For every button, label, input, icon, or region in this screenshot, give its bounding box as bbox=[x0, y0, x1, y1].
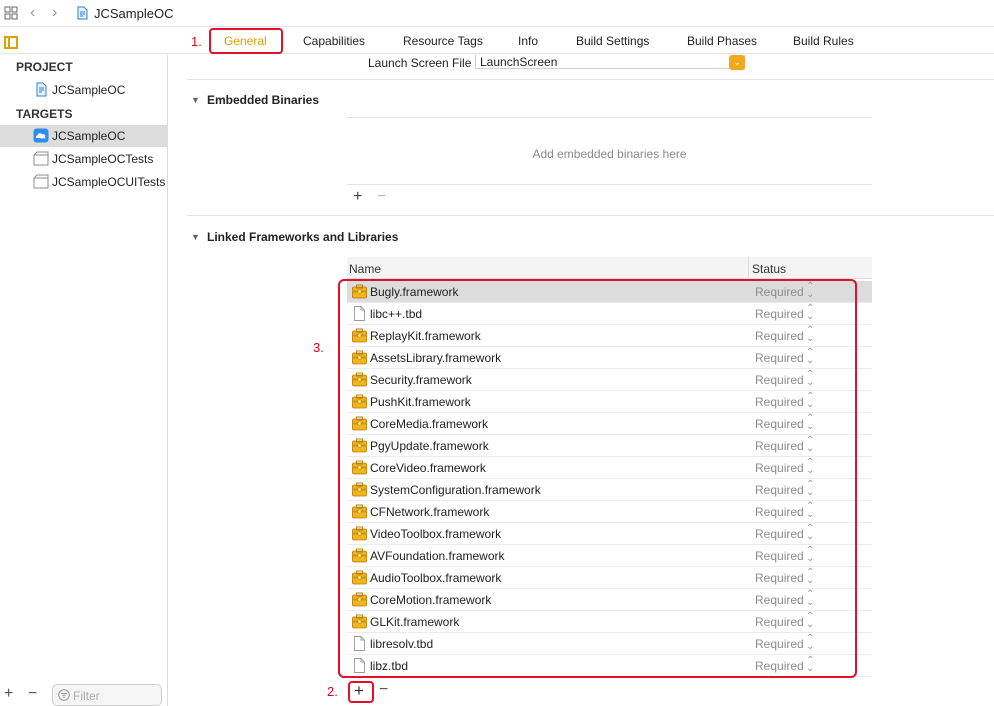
column-header-status[interactable]: Status bbox=[752, 262, 786, 276]
sidebar-item-label: JCSampleOC bbox=[52, 83, 126, 97]
embedded-binaries-list[interactable]: Add embedded binaries here bbox=[347, 117, 872, 185]
sidebar-item-target-tests[interactable]: JCSampleOCTests bbox=[0, 148, 167, 170]
tab-info[interactable]: Info bbox=[518, 34, 538, 48]
tab-build-rules[interactable]: Build Rules bbox=[793, 34, 854, 48]
sidebar-item-label: JCSampleOC bbox=[52, 129, 126, 143]
filter-input[interactable] bbox=[73, 688, 159, 703]
sidebar-filter[interactable] bbox=[52, 684, 162, 706]
launch-screen-combobox[interactable]: LaunchScreen ⌄ bbox=[475, 55, 745, 70]
breadcrumb-project[interactable]: JCSampleOC bbox=[94, 6, 173, 21]
project-file-icon bbox=[36, 82, 47, 97]
tab-capabilities[interactable]: Capabilities bbox=[303, 34, 365, 48]
add-embedded-binary-icon[interactable]: + bbox=[353, 188, 362, 206]
annotation-step-2: 2. bbox=[327, 684, 338, 699]
tab-build-settings[interactable]: Build Settings bbox=[576, 34, 649, 48]
editor-tab-bar: General Capabilities Resource Tags Info … bbox=[0, 28, 994, 54]
related-items-grid-icon[interactable] bbox=[4, 6, 18, 20]
filter-icon bbox=[58, 689, 70, 701]
tab-build-phases[interactable]: Build Phases bbox=[687, 34, 757, 48]
app-target-icon bbox=[33, 128, 49, 143]
annotation-highlight-library-list bbox=[338, 279, 857, 678]
remove-library-icon[interactable]: − bbox=[379, 681, 388, 699]
chevron-left-icon[interactable]: ‹ bbox=[30, 4, 35, 22]
project-section-header: PROJECT bbox=[16, 60, 73, 74]
sidebar-toggle-icon[interactable] bbox=[4, 36, 18, 49]
chevron-down-icon[interactable]: ⌄ bbox=[729, 55, 745, 70]
add-target-icon[interactable]: + bbox=[4, 685, 13, 703]
annotation-step-1: 1. bbox=[191, 34, 202, 49]
sidebar-item-project[interactable]: JCSampleOC bbox=[0, 79, 167, 101]
sidebar-item-label: JCSampleOCTests bbox=[52, 152, 154, 166]
embedded-empty-message: Add embedded binaries here bbox=[532, 147, 687, 161]
annotation-highlight-general-tab bbox=[209, 28, 283, 54]
section-divider bbox=[187, 215, 994, 216]
test-bundle-icon bbox=[33, 151, 49, 166]
navigation-bar: ‹ › JCSampleOC bbox=[0, 0, 994, 27]
table-header: Name Status bbox=[347, 257, 872, 279]
embedded-binaries-title: Embedded Binaries bbox=[207, 93, 320, 107]
launch-screen-value: LaunchScreen bbox=[480, 55, 558, 69]
section-divider bbox=[187, 79, 994, 80]
annotation-step-3: 3. bbox=[313, 340, 324, 355]
project-file-icon bbox=[77, 6, 88, 20]
sidebar-item-target-uitests[interactable]: JCSampleOCUITests bbox=[0, 171, 167, 193]
sidebar-item-label: JCSampleOCUITests bbox=[52, 175, 166, 189]
remove-target-icon[interactable]: − bbox=[28, 685, 37, 703]
remove-embedded-binary-icon[interactable]: − bbox=[377, 188, 386, 206]
column-header-name[interactable]: Name bbox=[349, 262, 381, 276]
disclosure-triangle-icon[interactable]: ▼ bbox=[191, 232, 200, 242]
launch-screen-label: Launch Screen File bbox=[368, 56, 472, 70]
chevron-right-icon[interactable]: › bbox=[52, 4, 57, 22]
linked-frameworks-title: Linked Frameworks and Libraries bbox=[207, 230, 399, 244]
project-navigator-sidebar: PROJECT JCSampleOC TARGETS JCSampleOC JC… bbox=[0, 55, 168, 706]
annotation-highlight-add-button bbox=[348, 681, 374, 703]
disclosure-triangle-icon[interactable]: ▼ bbox=[191, 95, 200, 105]
sidebar-item-target-app[interactable]: JCSampleOC bbox=[0, 125, 167, 147]
tab-resource-tags[interactable]: Resource Tags bbox=[403, 34, 483, 48]
test-bundle-icon bbox=[33, 174, 49, 189]
column-divider bbox=[748, 257, 749, 279]
targets-section-header: TARGETS bbox=[16, 107, 73, 121]
